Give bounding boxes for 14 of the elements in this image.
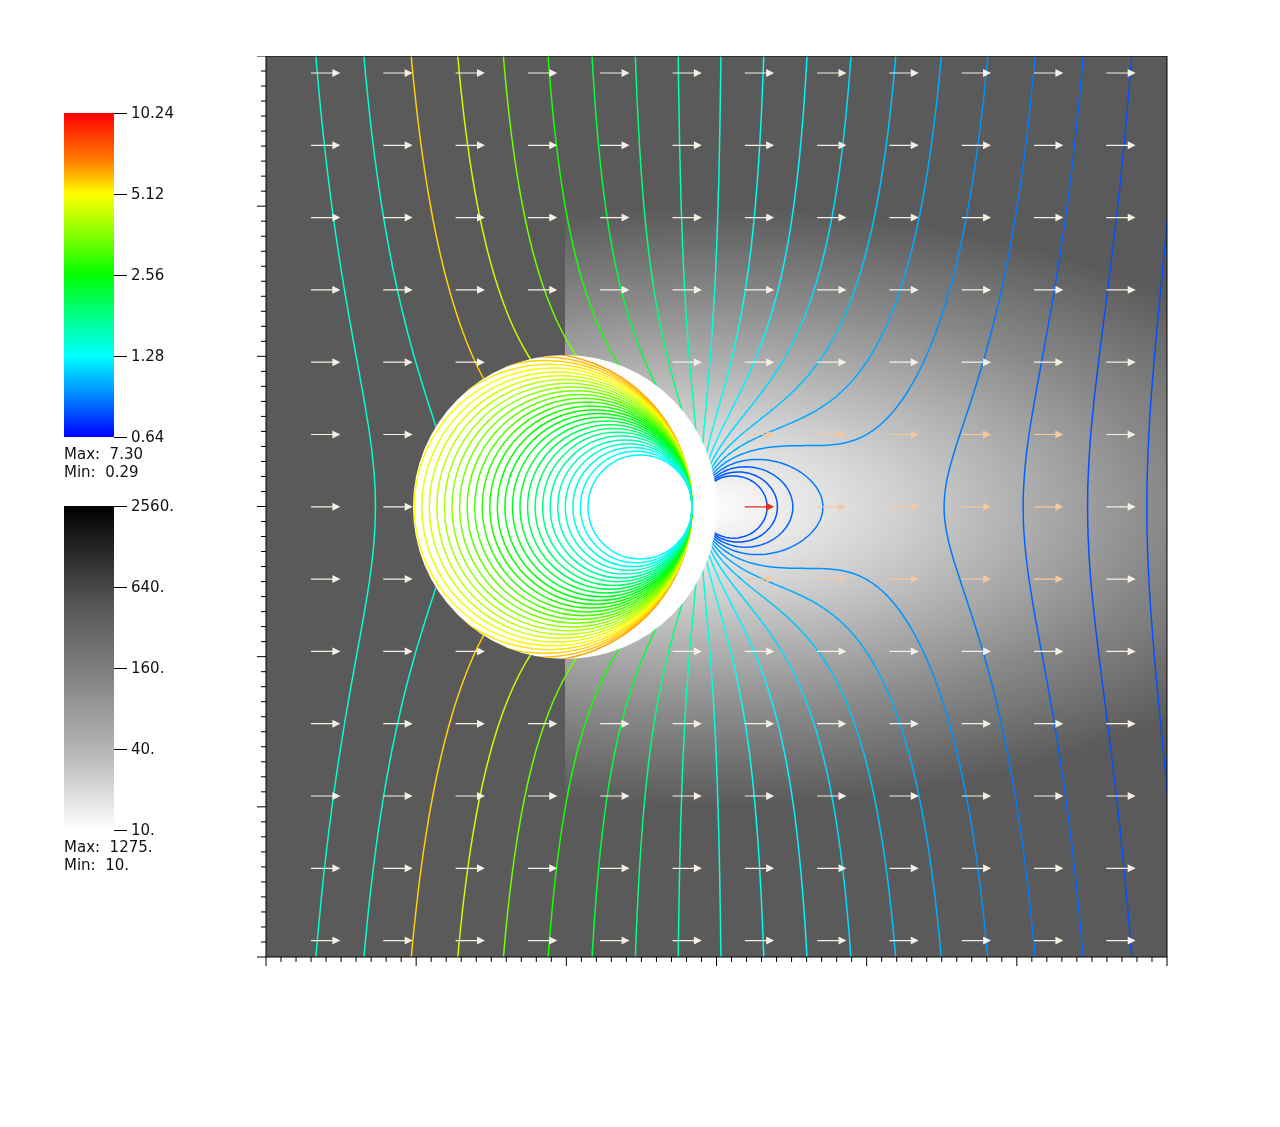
scale-label: 640.: [131, 578, 165, 596]
max-label: Max: 1275.: [64, 838, 154, 856]
scale-label: 1.28: [131, 347, 165, 365]
scale-label: 2560.: [131, 497, 174, 515]
scale-label: 40.: [131, 740, 155, 758]
scale-label: 10.: [131, 821, 155, 839]
max-label: Max: 7.30: [64, 445, 144, 463]
min-label: Min: 0.29: [64, 463, 140, 481]
scale-label: 5.12: [131, 185, 165, 203]
scale-label: 10.24: [131, 104, 174, 122]
min-label: Min: 10.: [64, 856, 131, 874]
scale-label: 2.56: [131, 266, 165, 284]
scale-label: 160.: [131, 659, 165, 677]
scale-label: 0.64: [131, 428, 165, 446]
